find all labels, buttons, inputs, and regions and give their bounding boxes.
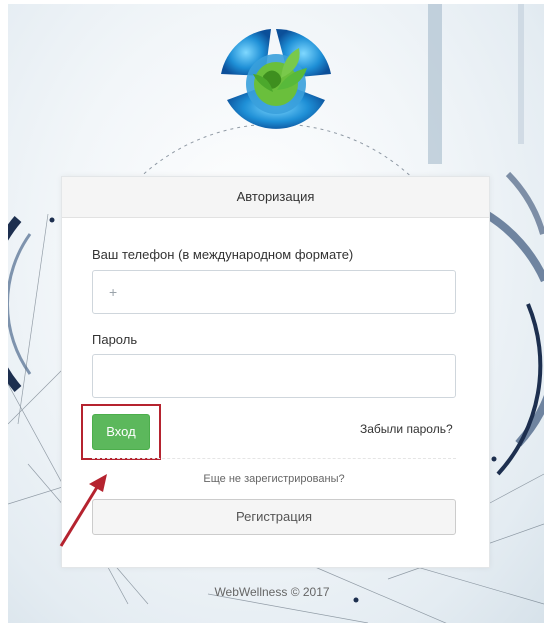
phone-label: Ваш телефон (в международном формате) — [92, 247, 354, 262]
logo-globe-leaves-icon — [221, 28, 331, 129]
card-title: Авторизация — [62, 177, 489, 218]
phone-input[interactable] — [92, 270, 456, 314]
login-button[interactable]: Вход — [92, 414, 150, 450]
password-input[interactable] — [92, 354, 456, 398]
divider — [92, 458, 456, 459]
not-registered-text: Еще не зарегистрированы? — [203, 473, 345, 485]
register-button[interactable]: Регистрация — [92, 499, 456, 535]
password-label: Пароль — [92, 332, 138, 347]
annotation-arrow-icon — [59, 474, 107, 547]
forgot-password-link[interactable]: Забыли пароль? — [360, 422, 453, 436]
footer-copyright: WebWellness © 2017 — [214, 585, 330, 599]
